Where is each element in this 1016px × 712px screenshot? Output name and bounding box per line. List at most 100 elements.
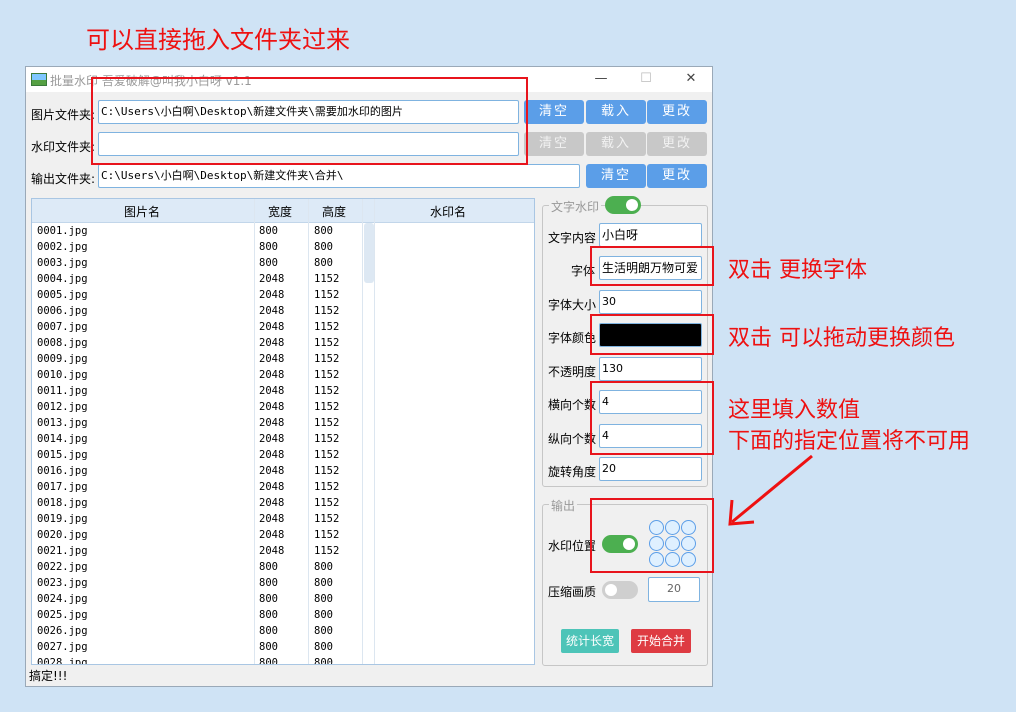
cell-image-name: 0007.jpg [37, 321, 88, 333]
cell-height: 1152 [314, 513, 340, 525]
table-scrollbar[interactable] [364, 223, 374, 283]
content-label: 文字内容 [548, 231, 597, 245]
table-row[interactable]: 0001.jpg 800 800 [32, 223, 362, 239]
highlight-folders [91, 77, 528, 165]
app-icon [31, 73, 47, 86]
table-row[interactable]: 0024.jpg 800 800 [32, 591, 362, 607]
cell-width: 800 [259, 241, 278, 253]
table-row[interactable]: 0014.jpg 2048 1152 [32, 431, 362, 447]
image-clear-button[interactable]: 清空 [524, 100, 584, 124]
cell-height: 800 [314, 625, 333, 637]
table-row[interactable]: 0020.jpg 2048 1152 [32, 527, 362, 543]
table-row[interactable]: 0004.jpg 2048 1152 [32, 271, 362, 287]
table-row[interactable]: 0013.jpg 2048 1152 [32, 415, 362, 431]
table-row[interactable]: 0008.jpg 2048 1152 [32, 335, 362, 351]
table-row[interactable]: 0021.jpg 2048 1152 [32, 543, 362, 559]
quality-input[interactable]: 20 [648, 577, 700, 602]
table-row[interactable]: 0012.jpg 2048 1152 [32, 399, 362, 415]
cell-width: 800 [259, 625, 278, 637]
table-row[interactable]: 0027.jpg 800 800 [32, 639, 362, 655]
table-row[interactable]: 0011.jpg 2048 1152 [32, 383, 362, 399]
cell-width: 800 [259, 593, 278, 605]
cell-height: 800 [314, 593, 333, 605]
annotation-numbers-2: 下面的指定位置将不可用 [728, 429, 971, 454]
cell-height: 1152 [314, 305, 340, 317]
cell-height: 1152 [314, 321, 340, 333]
quality-label: 压缩画质 [548, 585, 597, 599]
table-row[interactable]: 0019.jpg 2048 1152 [32, 511, 362, 527]
cell-width: 2048 [259, 385, 285, 397]
font-color-label: 字体颜色 [548, 331, 597, 345]
table-row[interactable]: 0023.jpg 800 800 [32, 575, 362, 591]
text-watermark-title: 文字水印 [549, 198, 602, 215]
start-merge-button[interactable]: 开始合并 [631, 629, 691, 653]
image-load-button[interactable]: 载入 [586, 100, 646, 124]
status-bar: 搞定!!! [29, 669, 68, 683]
table-row[interactable]: 0005.jpg 2048 1152 [32, 287, 362, 303]
output-change-button[interactable]: 更改 [647, 164, 707, 188]
cell-width: 2048 [259, 449, 285, 461]
cell-image-name: 0004.jpg [37, 273, 88, 285]
hcount-label: 横向个数 [548, 398, 597, 412]
table-row[interactable]: 0025.jpg 800 800 [32, 607, 362, 623]
output-folder-input[interactable]: C:\Users\小白啊\Desktop\新建文件夹\合并\ [98, 164, 580, 188]
watermark-change-button[interactable]: 更改 [647, 132, 707, 156]
table-row[interactable]: 0010.jpg 2048 1152 [32, 367, 362, 383]
cell-width: 2048 [259, 337, 285, 349]
table-row[interactable]: 0015.jpg 2048 1152 [32, 447, 362, 463]
cell-image-name: 0009.jpg [37, 353, 88, 365]
table-row[interactable]: 0007.jpg 2048 1152 [32, 319, 362, 335]
opacity-input[interactable]: 130 [599, 357, 702, 381]
col-image-name[interactable]: 图片名 [124, 203, 160, 220]
minimize-button[interactable]: — [589, 70, 613, 88]
col-height[interactable]: 高度 [322, 203, 346, 220]
watermark-folder-label: 水印文件夹: [31, 140, 96, 154]
maximize-button[interactable]: ☐ [634, 70, 658, 88]
annotation-numbers-1: 这里填入数值 [728, 398, 861, 423]
cell-image-name: 0023.jpg [37, 577, 88, 589]
table-row[interactable]: 0016.jpg 2048 1152 [32, 463, 362, 479]
quality-toggle[interactable] [602, 581, 638, 599]
table-row[interactable]: 0022.jpg 800 800 [32, 559, 362, 575]
table-row[interactable]: 0009.jpg 2048 1152 [32, 351, 362, 367]
angle-input[interactable]: 20 [599, 457, 702, 481]
image-change-button[interactable]: 更改 [647, 100, 707, 124]
watermark-load-button[interactable]: 载入 [586, 132, 646, 156]
cell-height: 1152 [314, 417, 340, 429]
stat-size-button[interactable]: 统计长宽 [561, 629, 619, 653]
font-size-input[interactable]: 30 [599, 290, 702, 314]
cell-width: 2048 [259, 465, 285, 477]
position-label: 水印位置 [548, 539, 597, 553]
cell-width: 2048 [259, 369, 285, 381]
cell-image-name: 0011.jpg [37, 385, 88, 397]
cell-width: 2048 [259, 305, 285, 317]
content-input[interactable]: 小白呀 [599, 223, 702, 247]
close-button[interactable]: ✕ [679, 70, 703, 88]
angle-label: 旋转角度 [548, 465, 597, 479]
cell-image-name: 0017.jpg [37, 481, 88, 493]
cell-image-name: 0028.jpg [37, 657, 88, 665]
table-row[interactable]: 0026.jpg 800 800 [32, 623, 362, 639]
text-watermark-toggle[interactable] [605, 196, 641, 214]
col-width[interactable]: 宽度 [268, 203, 292, 220]
table-row[interactable]: 0006.jpg 2048 1152 [32, 303, 362, 319]
table-row[interactable]: 0028.jpg 800 800 [32, 655, 362, 665]
cell-height: 800 [314, 657, 333, 665]
cell-width: 2048 [259, 529, 285, 541]
image-table[interactable]: 图片名 宽度 高度 水印名 0001.jpg 800 800 0002.jpg 800 8… [31, 198, 535, 665]
cell-width: 2048 [259, 433, 285, 445]
watermark-clear-button[interactable]: 清空 [524, 132, 584, 156]
highlight-counts [590, 381, 714, 455]
table-row[interactable]: 0017.jpg 2048 1152 [32, 479, 362, 495]
col-watermark-name[interactable]: 水印名 [430, 203, 466, 220]
cell-height: 1152 [314, 497, 340, 509]
table-row[interactable]: 0018.jpg 2048 1152 [32, 495, 362, 511]
cell-height: 1152 [314, 273, 340, 285]
cell-height: 1152 [314, 289, 340, 301]
cell-width: 800 [259, 257, 278, 269]
cell-width: 2048 [259, 401, 285, 413]
table-row[interactable]: 0003.jpg 800 800 [32, 255, 362, 271]
output-clear-button[interactable]: 清空 [586, 164, 646, 188]
table-row[interactable]: 0002.jpg 800 800 [32, 239, 362, 255]
cell-height: 1152 [314, 449, 340, 461]
